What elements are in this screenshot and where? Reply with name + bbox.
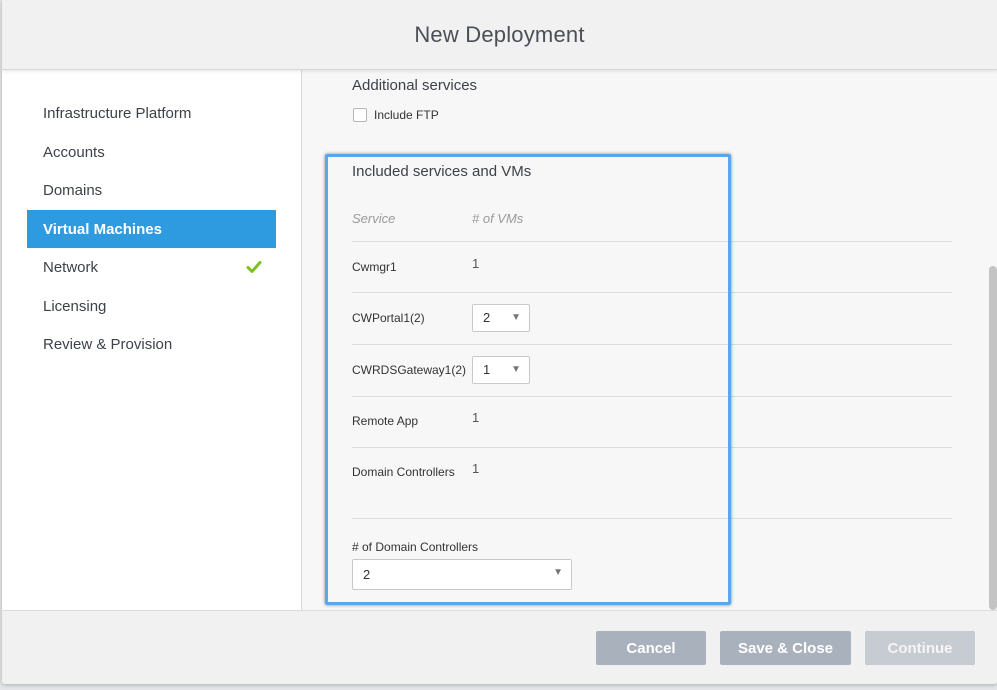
service-vm-count: 1 [472, 461, 480, 476]
content-scrollbar[interactable] [989, 70, 997, 610]
caret-down-icon: ▼ [553, 567, 563, 578]
additional-services-title: Additional services [352, 77, 478, 94]
dialog-footer: Cancel Save & Close Continue [2, 610, 997, 684]
sidebar-item-label: Review & Provision [43, 335, 173, 353]
select-value: 2 [483, 310, 491, 325]
sidebar-item-domains[interactable]: Domains [27, 171, 276, 209]
row-divider [352, 292, 952, 293]
service-vm-count: 1 [472, 256, 480, 271]
select-value: 1 [483, 362, 491, 377]
service-name: Cwmgr1 [352, 260, 397, 274]
sidebar-item-accounts[interactable]: Accounts [27, 133, 276, 171]
service-vm-count: 1 [472, 410, 480, 425]
sidebar-item-label: Licensing [43, 297, 107, 315]
row-divider [352, 344, 952, 345]
sidebar-item-label: Domains [43, 181, 103, 199]
wizard-sidebar: Infrastructure Platform Accounts Domains… [2, 70, 302, 610]
scrollbar-thumb[interactable] [989, 266, 997, 610]
sidebar-item-virtual-machines[interactable]: Virtual Machines [27, 210, 276, 248]
caret-down-icon: ▼ [511, 364, 521, 375]
service-name: Remote App [352, 414, 419, 428]
sidebar-item-label: Infrastructure Platform [43, 104, 192, 122]
sidebar-item-label: Accounts [43, 143, 105, 161]
dialog-header: New Deployment [2, 0, 997, 70]
save-close-button[interactable]: Save & Close [720, 631, 851, 665]
column-header-vms: # of VMs [472, 211, 524, 226]
service-name: CWPortal1(2) [352, 311, 425, 325]
include-ftp-checkbox[interactable] [353, 108, 367, 122]
sidebar-item-label: Virtual Machines [43, 220, 162, 238]
sidebar-item-licensing[interactable]: Licensing [27, 287, 276, 325]
sidebar-item-infrastructure-platform[interactable]: Infrastructure Platform [27, 94, 276, 132]
row-divider [352, 396, 952, 397]
column-header-service: Service [352, 211, 396, 226]
select-value: 2 [363, 567, 371, 582]
caret-down-icon: ▼ [511, 312, 521, 323]
domain-controllers-count-select[interactable]: 2 ▼ [352, 559, 572, 590]
new-deployment-dialog: New Deployment Infrastructure Platform A… [2, 0, 997, 684]
service-name: Domain Controllers [352, 465, 455, 479]
sidebar-item-review-provision[interactable]: Review & Provision [27, 325, 276, 363]
include-ftp-label: Include FTP [374, 108, 439, 122]
cancel-button[interactable]: Cancel [596, 631, 706, 665]
domain-controllers-count-label: # of Domain Controllers [352, 540, 479, 554]
sidebar-item-label: Network [43, 258, 99, 276]
service-name: CWRDSGateway1(2) [352, 363, 467, 377]
dialog-title: New Deployment [414, 21, 585, 47]
included-services-title: Included services and VMs [352, 163, 532, 180]
row-divider [352, 518, 952, 519]
row-divider [352, 241, 952, 242]
cwportal-vm-count-select[interactable]: 2 ▼ [472, 304, 530, 332]
cwrdsgateway-vm-count-select[interactable]: 1 ▼ [472, 356, 530, 384]
sidebar-item-network[interactable]: Network [27, 248, 276, 286]
wizard-content: Additional services Include FTP Included… [302, 70, 997, 610]
continue-button[interactable]: Continue [865, 631, 975, 665]
check-icon [246, 261, 262, 273]
row-divider [352, 447, 952, 448]
